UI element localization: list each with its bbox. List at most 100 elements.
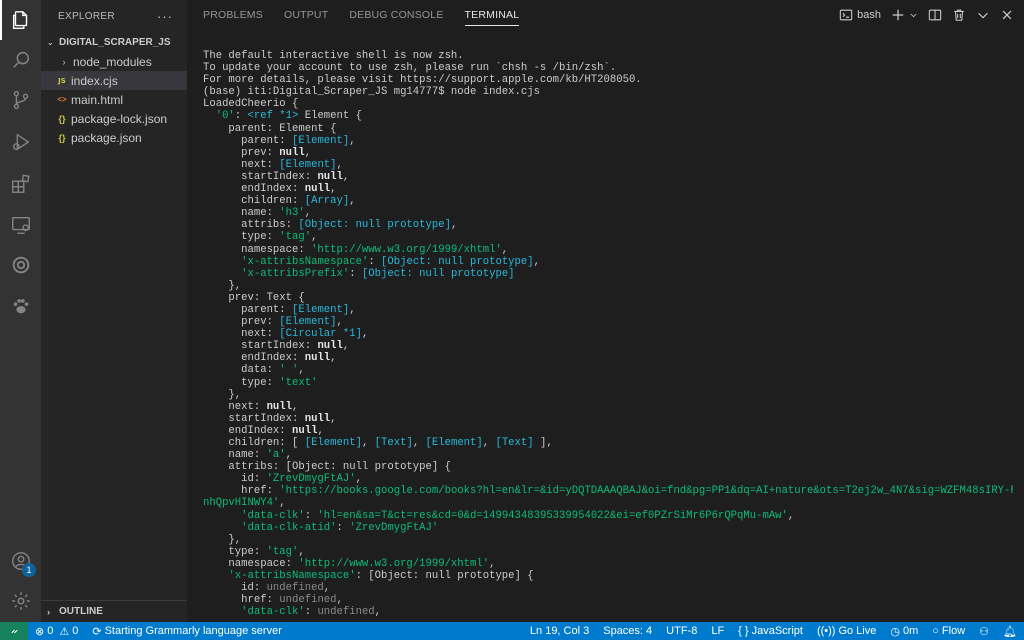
terminal-text: [Object: null prototype]: [381, 255, 534, 268]
tree-item-package-lock-json[interactable]: {} package-lock.json: [41, 109, 187, 128]
notifications-button[interactable]: 🔔︎: [996, 622, 1024, 640]
go-live-button[interactable]: ((•)) Go Live: [810, 622, 883, 640]
flow-indicator[interactable]: ○ Flow: [925, 622, 972, 640]
terminal-text: parent:: [203, 303, 293, 316]
terminal-text: null: [317, 170, 343, 183]
chevron-right-icon: ›: [47, 606, 50, 617]
terminal-text: href:: [203, 594, 280, 607]
terminal-text: ,: [787, 509, 795, 522]
account-icon[interactable]: 1: [0, 541, 41, 581]
tab-terminal[interactable]: TERMINAL: [464, 4, 520, 26]
terminal-text: namespace:: [203, 557, 299, 570]
terminal-text: ,: [323, 582, 331, 595]
account-badge: 1: [22, 563, 36, 577]
terminal-text: 'x-attribsNamespace': [228, 570, 356, 583]
cursor-position[interactable]: Ln 19, Col 3: [523, 622, 596, 640]
terminal-text: prev:: [203, 146, 280, 159]
terminal-text: undefined: [279, 594, 337, 607]
error-count: 0: [47, 625, 54, 637]
tree-item-index-cjs[interactable]: JS index.cjs: [41, 71, 187, 90]
terminal-text: ,: [317, 424, 324, 437]
problems-indicator[interactable]: ⊗ 0 ⚠ 0: [28, 622, 85, 640]
terminal-line: next: [Circular *1],: [203, 328, 1013, 340]
terminal-shell-name: bash: [857, 9, 881, 21]
terminal-text: },: [203, 533, 242, 546]
tree-item-package-json[interactable]: {} package.json: [41, 128, 187, 147]
terminal-line: children: [ [Element], [Text], [Element]…: [203, 437, 1013, 449]
terminal-text: null: [304, 183, 331, 196]
terminal-text: ,: [349, 134, 356, 147]
terminal-line: namespace: 'http://www.w3.org/1999/xhtml…: [203, 244, 1013, 256]
tree-item-main-html[interactable]: <> main.html: [41, 90, 187, 109]
terminal-line: '0': <ref *1> Element {: [203, 110, 1013, 122]
terminal-text: ,: [304, 207, 312, 220]
remote-indicator[interactable]: [0, 622, 28, 640]
terminal-line: endIndex: null,: [203, 425, 1013, 437]
chevron-down-icon[interactable]: [976, 8, 990, 22]
run-debug-icon[interactable]: [0, 122, 41, 162]
terminal-text: 'text': [279, 376, 318, 389]
activity-bar: 1: [0, 0, 41, 622]
tree-item-node-modules[interactable]: › node_modules: [41, 52, 187, 71]
feedback-button[interactable]: ⚇: [972, 622, 996, 640]
outline-section[interactable]: › OUTLINE: [41, 600, 187, 622]
terminal-text: [Element]: [304, 437, 362, 449]
terminal-line: name: 'h3',: [203, 207, 1013, 219]
grammarly-status[interactable]: ⟳ Starting Grammarly language server: [85, 622, 289, 640]
explorer-icon[interactable]: [0, 0, 41, 40]
terminal-text: 'https://books.google.com/books?hl=en&lr…: [279, 485, 1013, 498]
terminal-selector[interactable]: bash: [839, 8, 881, 22]
workspace-folder-label: DIGITAL_SCRAPER_JS: [59, 36, 171, 48]
remote-explorer-icon[interactable]: [0, 205, 41, 245]
language-label: JavaScript: [751, 625, 803, 637]
paw-icon[interactable]: [0, 286, 41, 326]
chevron-right-icon: ›: [62, 56, 66, 67]
close-icon[interactable]: [1000, 8, 1014, 22]
terminal-text: nhQpvHINWY4': [203, 497, 280, 510]
new-terminal-icon[interactable]: [891, 8, 905, 22]
panel: PROBLEMS OUTPUT DEBUG CONSOLE TERMINAL b…: [187, 0, 1024, 622]
tab-output[interactable]: OUTPUT: [284, 0, 328, 30]
trash-icon[interactable]: [952, 8, 966, 22]
terminal-text: :: [368, 255, 382, 268]
more-actions-icon[interactable]: ···: [157, 9, 173, 24]
indentation[interactable]: Spaces: 4: [596, 622, 659, 640]
gitlens-icon[interactable]: [0, 245, 41, 285]
grammarly-status-label: Starting Grammarly language server: [104, 625, 282, 637]
tab-problems[interactable]: PROBLEMS: [203, 0, 263, 30]
terminal-text: 'tag': [266, 545, 299, 558]
encoding[interactable]: UTF-8: [659, 622, 704, 640]
terminal-text: type:: [203, 231, 280, 244]
terminal-text: ,: [450, 219, 458, 232]
terminal-text: children: [: [203, 437, 305, 449]
terminal-text: ,: [330, 412, 337, 425]
terminal-text: 'a': [266, 449, 286, 462]
terminal-text: type:: [203, 376, 280, 389]
terminal-line: 'x-attribsNamespace': [Object: null prot…: [203, 256, 1013, 268]
braces-icon: { }: [738, 625, 749, 637]
wakatime-indicator[interactable]: ◷ 0m: [883, 622, 925, 640]
terminal-text: ,: [311, 231, 318, 244]
search-icon[interactable]: [0, 40, 41, 80]
sync-spinner-icon: ⟳: [92, 625, 102, 638]
error-icon: ⊗: [35, 625, 45, 638]
terminal-output[interactable]: The default interactive shell is now zsh…: [203, 50, 1013, 620]
split-terminal-icon[interactable]: [928, 8, 942, 22]
workspace-folder[interactable]: ⌄ DIGITAL_SCRAPER_JS: [41, 32, 187, 52]
tab-debug-console[interactable]: DEBUG CONSOLE: [349, 0, 443, 30]
chevron-down-icon[interactable]: [909, 8, 918, 22]
end-of-line[interactable]: LF: [704, 622, 731, 640]
tree-item-label: package-lock.json: [71, 111, 168, 126]
terminal-text: <ref *1>: [247, 110, 299, 123]
language-mode[interactable]: { } JavaScript: [731, 622, 810, 640]
source-control-icon[interactable]: [0, 80, 41, 120]
extensions-icon[interactable]: [0, 164, 41, 204]
terminal-text: 'x-attribsPrefix': [241, 267, 350, 280]
settings-gear-icon[interactable]: [0, 581, 41, 621]
terminal-line: 'x-attribsPrefix': [Object: null prototy…: [203, 268, 1013, 280]
terminal-text: :: [336, 521, 350, 534]
